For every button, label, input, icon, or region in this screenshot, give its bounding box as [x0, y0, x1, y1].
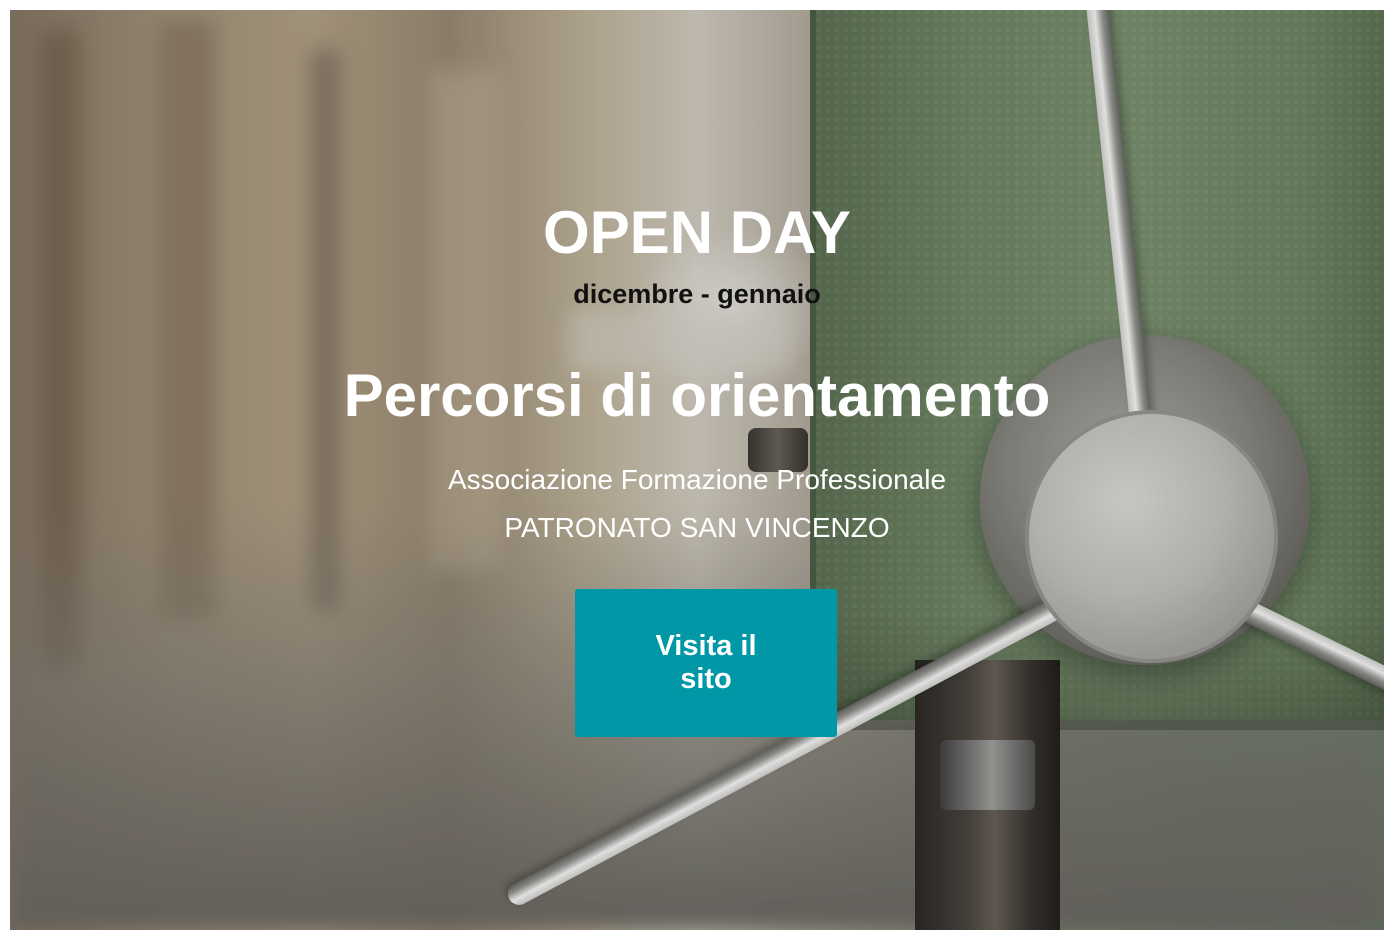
organization-name-line-2: PATRONATO SAN VINCENZO: [504, 512, 890, 543]
organization-name: Associazione Formazione Professionale PA…: [10, 456, 1384, 552]
hero-content: OPEN DAY dicembre - gennaio Percorsi di …: [10, 10, 1384, 930]
hero-heading: Percorsi di orientamento: [343, 362, 1051, 429]
hero-banner: OPEN DAY dicembre - gennaio Percorsi di …: [10, 10, 1384, 930]
hero-subtitle: dicembre - gennaio: [573, 279, 821, 309]
hero-title: OPEN DAY: [543, 199, 851, 266]
organization-name-line-1: Associazione Formazione Professionale: [447, 464, 947, 495]
visit-site-button[interactable]: Visita il sito: [575, 589, 837, 737]
